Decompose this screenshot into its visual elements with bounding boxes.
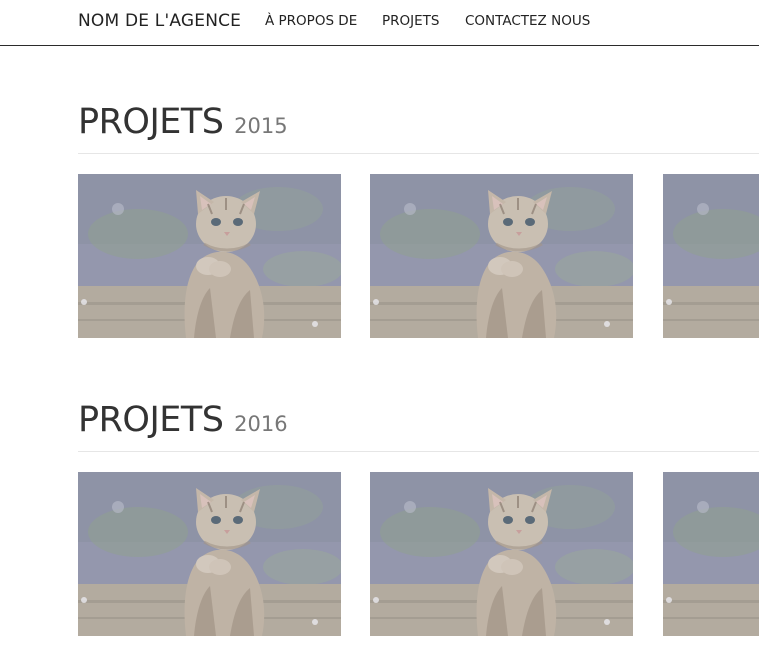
project-gallery bbox=[78, 174, 759, 338]
nav-link-projets[interactable]: PROJETS bbox=[382, 13, 439, 29]
kitten-photo bbox=[78, 174, 341, 338]
brand-link[interactable]: NOM DE L'AGENCE bbox=[78, 11, 241, 31]
section-divider bbox=[78, 153, 759, 154]
section-title: PROJETS bbox=[78, 400, 224, 440]
project-thumbnail[interactable] bbox=[663, 174, 759, 338]
section-heading: PROJETS 2016 bbox=[78, 400, 759, 444]
project-thumbnail[interactable] bbox=[370, 174, 633, 338]
kitten-photo bbox=[663, 174, 759, 338]
projects-section-2016: PROJETS 2016 bbox=[78, 400, 759, 444]
section-heading: PROJETS 2015 bbox=[78, 102, 759, 146]
section-divider bbox=[78, 451, 759, 452]
nav-link-contact[interactable]: CONTACTEZ NOUS bbox=[465, 13, 590, 29]
kitten-photo bbox=[663, 472, 759, 636]
project-thumbnail[interactable] bbox=[78, 174, 341, 338]
kitten-photo bbox=[78, 472, 341, 636]
projects-section-2015: PROJETS 2015 bbox=[78, 102, 759, 146]
section-year: 2015 bbox=[234, 114, 288, 138]
project-thumbnail[interactable] bbox=[370, 472, 633, 636]
section-title: PROJETS bbox=[78, 102, 224, 142]
kitten-photo bbox=[370, 472, 633, 636]
section-year: 2016 bbox=[234, 412, 288, 436]
navbar: NOM DE L'AGENCE À PROPOS DE PROJETS CONT… bbox=[0, 0, 759, 46]
nav-link-a-propos[interactable]: À PROPOS DE bbox=[265, 13, 357, 29]
project-thumbnail[interactable] bbox=[78, 472, 341, 636]
kitten-photo bbox=[370, 174, 633, 338]
project-gallery bbox=[78, 472, 759, 636]
project-thumbnail[interactable] bbox=[663, 472, 759, 636]
